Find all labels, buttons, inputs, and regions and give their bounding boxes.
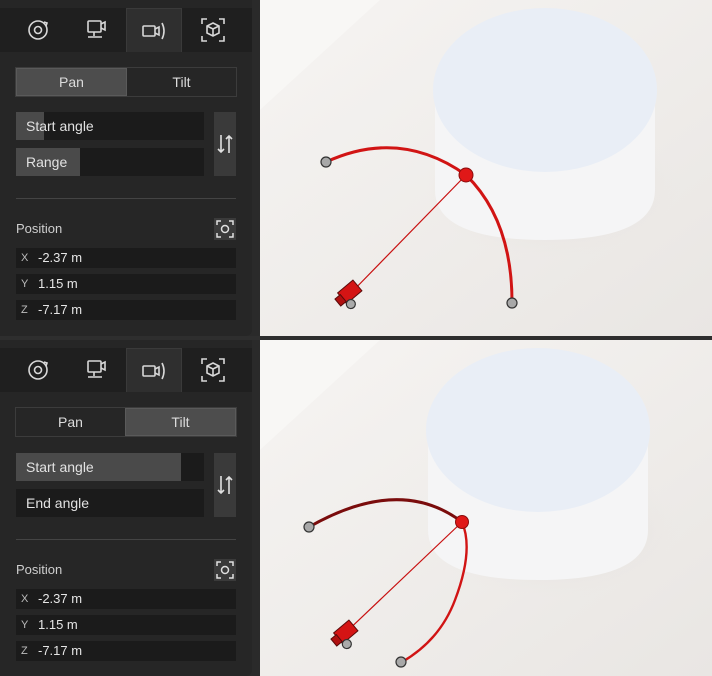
slider-label: End angle — [26, 495, 90, 511]
tab-pan-tilt[interactable] — [126, 348, 182, 392]
focus-camera-button[interactable] — [214, 218, 236, 240]
swap-arrows-icon — [217, 134, 233, 154]
camera-settings-panel: Pan Tilt Start angle Range Position X -2… — [0, 0, 252, 336]
range-slider[interactable]: Range — [16, 148, 204, 176]
position-label: Position — [16, 562, 63, 577]
start-angle-slider[interactable]: Start angle — [16, 112, 204, 140]
position-y-field[interactable]: Y 1.15 m — [16, 274, 236, 294]
axis-label-x: X — [21, 593, 29, 605]
axis-label-z: Z — [21, 645, 28, 657]
pivot-handle[interactable] — [455, 515, 469, 529]
position-y-value: 1.15 m — [38, 276, 78, 291]
swap-angles-button[interactable] — [214, 453, 236, 517]
pan-mode-button[interactable]: Pan — [16, 408, 125, 436]
tab-3d-focus[interactable] — [185, 348, 241, 392]
tab-orbit[interactable] — [10, 8, 66, 52]
pan-tilt-toggle: Pan Tilt — [15, 67, 237, 97]
position-z-value: -7.17 m — [38, 643, 83, 658]
tab-mount[interactable] — [67, 8, 123, 52]
3d-viewport[interactable] — [260, 0, 712, 336]
axis-label-y: Y — [21, 619, 29, 631]
slider-label: Start angle — [26, 459, 94, 475]
swap-angles-button[interactable] — [214, 112, 236, 176]
arc-end-handle[interactable] — [506, 297, 518, 309]
position-y-value: 1.15 m — [38, 617, 78, 632]
position-y-field[interactable]: Y 1.15 m — [16, 615, 236, 635]
tab-mount[interactable] — [67, 348, 123, 392]
position-label: Position — [16, 221, 63, 236]
focus-target-icon — [216, 561, 234, 579]
end-angle-slider[interactable]: End angle — [16, 489, 204, 517]
3d-box-focus-icon — [201, 358, 225, 382]
camera-mount-icon — [87, 360, 106, 378]
scene-canvas — [260, 0, 712, 336]
pan-view: Pan Tilt Start angle Range Position X -2… — [0, 0, 712, 336]
focus-target-icon — [216, 220, 234, 238]
tool-tabbar — [0, 348, 252, 392]
pan-tilt-toggle: Pan Tilt — [15, 407, 237, 437]
slider-label: Start angle — [26, 118, 94, 134]
slider-label: Range — [26, 154, 68, 170]
3d-box-focus-icon — [201, 18, 225, 42]
focus-camera-button[interactable] — [214, 559, 236, 581]
axis-label-y: Y — [21, 278, 29, 290]
position-z-value: -7.17 m — [38, 302, 83, 317]
tab-orbit[interactable] — [10, 348, 66, 392]
position-z-field[interactable]: Z -7.17 m — [16, 300, 236, 320]
tool-tabbar — [0, 8, 252, 52]
tilt-mode-button[interactable]: Tilt — [127, 68, 236, 96]
arc-start-handle[interactable] — [320, 156, 332, 168]
pivot-handle[interactable] — [458, 167, 474, 183]
position-x-value: -2.37 m — [38, 591, 83, 606]
camera-pan-tilt-icon — [142, 362, 165, 379]
tab-3d-focus[interactable] — [185, 8, 241, 52]
section-divider — [16, 198, 236, 199]
axis-label-z: Z — [21, 304, 28, 316]
3d-viewport[interactable] — [260, 340, 712, 676]
camera-settings-panel: Pan Tilt Start angle End angle Position … — [0, 340, 252, 676]
cylinder-top — [426, 348, 650, 512]
arc-end-handle[interactable] — [395, 656, 407, 668]
orbit-rotate-icon — [28, 360, 49, 380]
section-divider — [16, 539, 236, 540]
start-angle-slider[interactable]: Start angle — [16, 453, 204, 481]
position-x-field[interactable]: X -2.37 m — [16, 589, 236, 609]
position-x-field[interactable]: X -2.37 m — [16, 248, 236, 268]
position-z-field[interactable]: Z -7.17 m — [16, 641, 236, 661]
position-x-value: -2.37 m — [38, 250, 83, 265]
axis-label-x: X — [21, 252, 29, 264]
pan-mode-button[interactable]: Pan — [16, 68, 127, 96]
cylinder-top — [433, 8, 657, 172]
tilt-view: Pan Tilt Start angle End angle Position … — [0, 340, 712, 676]
swap-arrows-icon — [217, 475, 233, 495]
arc-start-handle[interactable] — [303, 521, 315, 533]
camera-pan-tilt-icon — [142, 22, 165, 39]
tilt-mode-button[interactable]: Tilt — [125, 408, 236, 436]
camera-mount-icon — [87, 20, 106, 38]
tab-pan-tilt[interactable] — [126, 8, 182, 52]
orbit-rotate-icon — [28, 20, 49, 40]
scene-canvas — [260, 340, 712, 676]
